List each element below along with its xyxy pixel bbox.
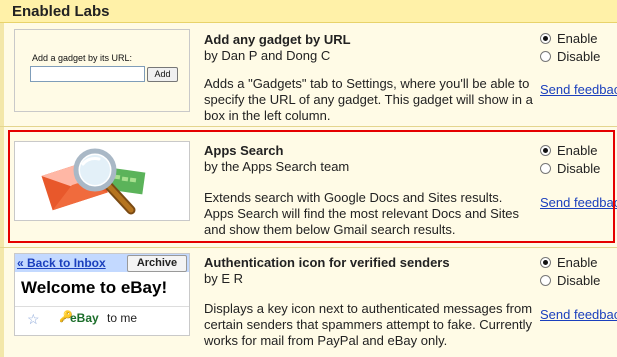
- lab-title: Add any gadget by URL: [204, 32, 351, 47]
- recipient-text: to me: [107, 311, 138, 325]
- lab-title: Apps Search: [204, 143, 284, 158]
- radio-unchecked-icon: [540, 163, 551, 174]
- radio-unchecked-icon: [540, 275, 551, 286]
- radio-unchecked-icon: [540, 51, 551, 62]
- page-title: Enabled Labs: [12, 3, 110, 20]
- ebay-toolbar: « Back to Inbox Archive: [15, 254, 189, 272]
- send-feedback-link[interactable]: Send feedback: [540, 82, 617, 97]
- lab-divider: [0, 247, 617, 248]
- gadget-add-button: Add: [147, 67, 178, 82]
- back-to-inbox-link: « Back to Inbox: [17, 256, 106, 270]
- enable-radio[interactable]: Enable: [540, 143, 597, 158]
- lab-byline: by E R: [204, 271, 244, 286]
- lab-thumbnail: [14, 141, 190, 221]
- gadget-url-input: [30, 66, 145, 82]
- left-strip: [0, 0, 4, 357]
- labs-page: Enabled Labs Add a gadget by its URL: Ad…: [0, 0, 617, 357]
- disable-label: Disable: [557, 273, 601, 288]
- lab-thumbnail: Add a gadget by its URL: Add: [14, 29, 190, 112]
- lab-description: Displays a key icon next to authenticate…: [204, 301, 533, 348]
- sender-name: eBay: [70, 311, 99, 325]
- radio-checked-icon: [540, 33, 551, 44]
- enable-label: Enable: [557, 255, 598, 270]
- archive-button: Archive: [127, 255, 187, 272]
- radio-checked-icon: [540, 145, 551, 156]
- radio-checked-icon: [540, 257, 551, 268]
- disable-radio[interactable]: Disable: [540, 273, 600, 288]
- lab-thumbnail: « Back to Inbox Archive Welcome to eBay!…: [14, 253, 190, 336]
- send-feedback-link[interactable]: Send feedback: [540, 307, 617, 322]
- lab-description: Extends search with Google Docs and Site…: [204, 190, 520, 237]
- disable-radio[interactable]: Disable: [540, 49, 600, 64]
- disable-radio[interactable]: Disable: [540, 161, 600, 176]
- disable-label: Disable: [557, 161, 601, 176]
- envelope-magnifier-icon: [41, 148, 146, 215]
- lab-byline: by the Apps Search team: [204, 159, 350, 174]
- labs-header: Enabled Labs: [0, 0, 617, 23]
- star-icon: ☆: [27, 311, 40, 327]
- message-row: ☆ 🔑 eBay to me: [15, 306, 189, 333]
- gadget-url-label: Add a gadget by its URL:: [32, 53, 133, 63]
- lab-description: Adds a "Gadgets" tab to Settings, where …: [204, 76, 533, 123]
- lab-title: Authentication icon for verified senders: [204, 255, 450, 270]
- disable-label: Disable: [557, 49, 601, 64]
- ebay-welcome-text: Welcome to eBay!: [21, 278, 168, 297]
- enable-radio[interactable]: Enable: [540, 255, 597, 270]
- enable-radio[interactable]: Enable: [540, 31, 597, 46]
- lab-byline: by Dan P and Dong C: [204, 48, 331, 63]
- enable-label: Enable: [557, 31, 598, 46]
- lab-divider: [0, 126, 617, 127]
- enable-label: Enable: [557, 143, 598, 158]
- send-feedback-link[interactable]: Send feedback: [540, 195, 617, 210]
